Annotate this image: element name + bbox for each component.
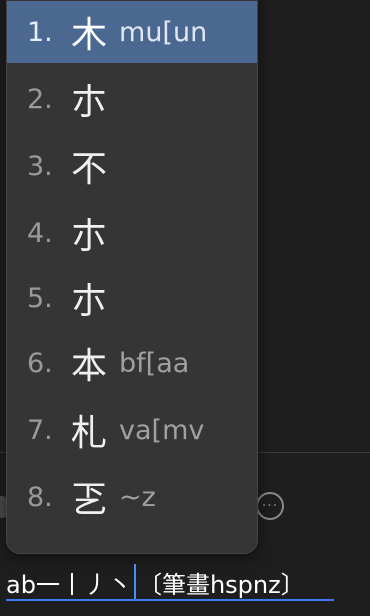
candidate-char: 不 <box>71 149 108 190</box>
text-caret <box>133 564 136 600</box>
candidate-number: 4. <box>27 217 53 249</box>
ime-screen: ··· 1. 木 mu[un 2. 朩 3. 不 4. 朩 5. 朩 6. 本 … <box>0 0 370 616</box>
candidate-item-5[interactable]: 5. 朩 <box>7 267 257 329</box>
candidate-number: 6. <box>27 347 53 379</box>
candidate-char: 朩 <box>71 281 108 322</box>
candidate-item-7[interactable]: 7. 札 va[mv <box>7 399 257 461</box>
candidate-char: 本 <box>71 346 108 387</box>
candidate-code: va[mv <box>119 414 205 446</box>
composition-text[interactable]: ab一丨丿丶 〔筆畫hspnz〕 <box>6 562 305 602</box>
composition-underline <box>6 599 334 601</box>
candidate-number: 7. <box>27 414 53 446</box>
candidate-item-6[interactable]: 6. 本 bf[aa <box>7 332 257 394</box>
candidate-number: 3. <box>27 150 53 182</box>
candidate-item-1[interactable]: 1. 木 mu[un <box>7 1 257 63</box>
candidate-char: 札 <box>71 413 108 454</box>
candidate-list: 1. 木 mu[un 2. 朩 3. 不 4. 朩 5. 朩 6. 本 bf[a… <box>6 0 258 554</box>
composition-after-caret: 〔筆畫hspnz〕 <box>137 570 305 599</box>
candidate-char: 乤 <box>71 480 108 521</box>
candidate-code: bf[aa <box>119 347 190 379</box>
candidate-number: 1. <box>27 16 53 48</box>
candidate-number: 8. <box>27 481 53 513</box>
candidate-char: 朩 <box>71 82 108 123</box>
candidate-char: 朩 <box>71 216 108 257</box>
candidate-char: 木 <box>71 15 108 56</box>
candidate-item-4[interactable]: 4. 朩 <box>7 202 257 264</box>
composition-before-caret: ab一丨丿丶 <box>6 570 132 599</box>
candidate-code: ~z <box>119 481 156 513</box>
candidate-item-8[interactable]: 8. 乤 ~z <box>7 466 257 528</box>
candidate-number: 5. <box>27 282 53 314</box>
candidate-code: mu[un <box>119 16 208 48</box>
candidate-item-2[interactable]: 2. 朩 <box>7 68 257 130</box>
more-options-icon[interactable]: ··· <box>256 492 284 520</box>
candidate-item-3[interactable]: 3. 不 <box>7 135 257 197</box>
candidate-number: 2. <box>27 83 53 115</box>
